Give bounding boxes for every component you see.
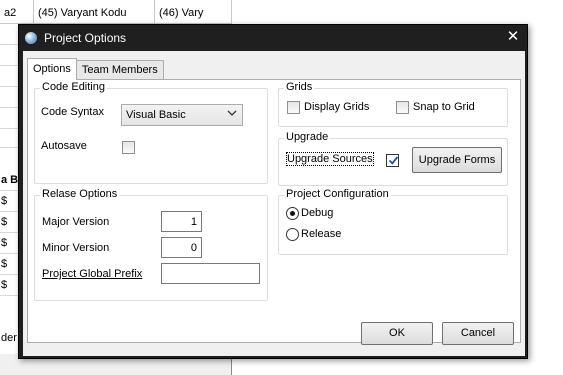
major-version-input[interactable]: 1 [161,211,202,232]
spreadsheet-row-column: a B $ $ $ $ $ [0,24,20,354]
project-global-prefix-input[interactable] [161,263,260,284]
row-cell[interactable] [0,108,20,129]
radio-selected-dot [290,211,295,216]
debug-label[interactable]: Debug [301,207,333,219]
grids-title: Grids [284,81,315,93]
upgrade-sources-label[interactable]: Upgrade Sources [286,152,374,166]
row-cell[interactable]: $ [0,212,20,233]
ok-button[interactable]: OK [361,322,433,345]
release-label[interactable]: Release [301,228,341,240]
row-cell[interactable] [0,129,20,148]
upgrade-group: Upgrade Upgrade Sources Upgrade Forms [278,131,508,186]
release-options-title: Relase Options [40,188,120,200]
column-header[interactable]: (46) Vary [155,0,232,23]
display-grids-checkbox[interactable] [287,101,300,114]
row-cell[interactable] [0,24,20,45]
minor-version-label: Minor Version [42,242,110,254]
column-header[interactable]: (45) Varyant Kodu [34,0,155,23]
cancel-button[interactable]: Cancel [442,322,514,345]
snap-to-grid-checkbox[interactable] [396,101,409,114]
dialog-title: Project Options [44,31,127,45]
options-tab-panel: Code Editing Code Syntax Visual Basic Au… [27,79,521,343]
display-grids-label[interactable]: Display Grids [304,101,369,113]
project-configuration-group: Project Configuration Debug Release [278,188,508,255]
row-cell[interactable]: $ [0,191,20,212]
row-cell[interactable] [0,45,20,66]
column-header[interactable]: a2 [0,0,34,23]
row-cell[interactable]: $ [0,233,20,254]
major-version-label: Major Version [42,216,110,228]
row-cell[interactable] [0,87,20,108]
code-syntax-label: Code Syntax [41,106,104,118]
row-cell[interactable]: a B [0,170,20,191]
grids-group: Grids Display Grids Snap to Grid [278,81,508,127]
autosave-checkbox[interactable] [122,141,135,154]
code-editing-title: Code Editing [40,81,107,93]
upgrade-title: Upgrade [284,131,331,143]
release-options-group: Relase Options Major Version 1 Minor Ver… [34,188,268,301]
chevron-down-icon [227,108,237,121]
row-cell[interactable]: $ [0,254,20,275]
close-icon[interactable]: ✕ [505,29,521,45]
tab-strip: Options Team Members [27,58,164,80]
spreadsheet-header: a2 (45) Varyant Kodu (46) Vary [0,0,232,24]
row-cell[interactable]: $ [0,275,20,296]
upgrade-sources-checkbox[interactable] [386,154,399,167]
tab-team-members[interactable]: Team Members [75,60,164,80]
dialog-titlebar[interactable]: Project Options ✕ [19,25,527,51]
bottom-tab-fragment[interactable]: der [0,328,20,348]
upgrade-forms-button[interactable]: Upgrade Forms [412,147,502,173]
row-cell[interactable] [0,66,20,87]
snap-to-grid-label[interactable]: Snap to Grid [413,101,475,113]
code-syntax-value: Visual Basic [126,109,186,121]
code-syntax-dropdown[interactable]: Visual Basic [121,104,243,126]
tab-options[interactable]: Options [27,58,77,80]
project-options-dialog: Project Options ✕ Options Team Members C… [18,24,528,359]
project-configuration-title: Project Configuration [284,188,391,200]
debug-radio[interactable] [286,207,299,220]
minor-version-input[interactable]: 0 [161,237,202,258]
app-globe-icon [25,32,37,44]
release-radio[interactable] [286,228,299,241]
autosave-label: Autosave [41,140,87,152]
project-global-prefix-label: Project Global Prefix [42,268,143,280]
dialog-client-area: Options Team Members Code Editing Code S… [23,51,525,356]
code-editing-group: Code Editing Code Syntax Visual Basic Au… [34,81,268,184]
